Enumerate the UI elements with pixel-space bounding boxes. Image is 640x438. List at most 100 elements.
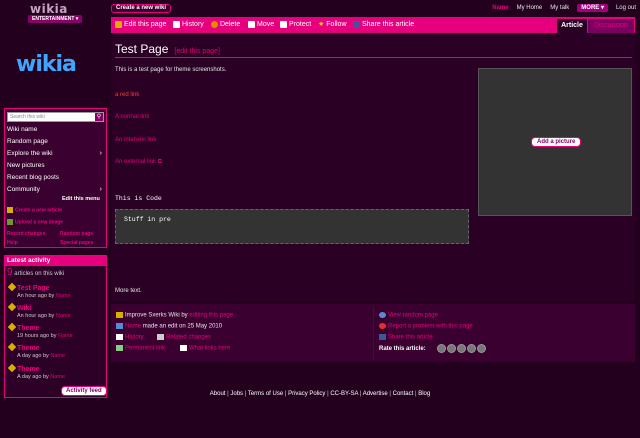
jobs-link[interactable]: Jobs (230, 391, 243, 397)
activity-user-link[interactable]: Name (50, 374, 65, 380)
blog-link[interactable]: Blog (418, 391, 430, 397)
tab-discussion[interactable]: Discussion (588, 19, 634, 33)
nav-item-random-page[interactable]: Random page (7, 136, 104, 147)
about-link[interactable]: About (210, 391, 226, 397)
link-icon (116, 345, 123, 351)
rating-star-icon[interactable] (457, 344, 466, 353)
external-link-icon: ⧉ (156, 159, 162, 165)
facebook-icon (379, 334, 386, 340)
more-dropdown[interactable]: MORE ▾ (577, 4, 608, 12)
pencil-icon (116, 312, 123, 318)
delete-icon (211, 20, 218, 28)
page-title: Test Page [edit this page] (115, 42, 220, 56)
pencil-icon (7, 302, 17, 312)
pencil-icon (7, 342, 17, 352)
history-icon (173, 20, 180, 28)
upload-image-link[interactable]: Upload a new image (7, 219, 63, 225)
what-links-here-link[interactable]: What links here (180, 345, 230, 352)
search-placeholder: Search this wiki (10, 114, 45, 120)
nav-label: Random page (7, 138, 48, 145)
external-link[interactable]: An external link ⧉ (115, 159, 162, 166)
nav-label: Wiki name (7, 126, 38, 133)
username-link[interactable]: Name (492, 5, 508, 11)
pencil-icon (115, 20, 122, 28)
activity-user-link[interactable]: Name (58, 333, 73, 339)
history-button[interactable]: History (173, 17, 204, 33)
activity-item-meta: A day ago by Name (17, 353, 66, 359)
activity-item-meta: 19 hours ago by Name (17, 333, 73, 339)
edit-menu-link[interactable]: Edit this menu (62, 196, 100, 202)
contact-link[interactable]: Contact (393, 391, 414, 397)
terms-link[interactable]: Terms of Use (248, 391, 283, 397)
intro-text: This is a test page for theme screenshot… (115, 67, 227, 73)
edit-page-button[interactable]: Edit this page (115, 17, 166, 33)
nav-item-wiki-name[interactable]: Wiki name (7, 124, 104, 135)
special-pages-link[interactable]: Special pages (60, 240, 93, 246)
activity-user-link[interactable]: Name (56, 293, 71, 299)
create-article-link[interactable]: Create a new article (7, 207, 62, 213)
related-changes-icon (157, 334, 164, 340)
privacy-link[interactable]: Privacy Policy (288, 391, 325, 397)
activity-user-link[interactable]: Name (50, 353, 65, 359)
nav-item-community[interactable]: Community › (7, 184, 104, 195)
activity-header: Latest activity (5, 256, 106, 266)
rating-star-icon[interactable] (467, 344, 476, 353)
wikia-logo-small[interactable]: wikia (30, 2, 68, 16)
create-wiki-button[interactable]: Create a new wiki (111, 4, 172, 13)
page-icon (180, 345, 187, 351)
delete-button[interactable]: Delete (211, 17, 240, 33)
nav-label: Recent blog posts (7, 174, 60, 181)
permanent-link[interactable]: Permanent link (116, 345, 165, 352)
tab-article[interactable]: Article (557, 19, 587, 33)
report-problem-link[interactable]: Report a problem with this page (379, 323, 473, 330)
activity-item-title[interactable]: Wiki (7, 302, 31, 312)
activity-item-title[interactable]: Theme (7, 363, 40, 373)
rating-stars[interactable] (437, 344, 487, 355)
red-link[interactable]: a red link (115, 92, 139, 98)
rating-star-icon[interactable] (437, 344, 446, 353)
edit-page-link[interactable]: editing this page (189, 313, 233, 319)
activity-item-title[interactable]: Theme (7, 342, 40, 352)
activity-item-title[interactable]: Theme (7, 322, 40, 332)
interwiki-link[interactable]: An interwiki link (115, 137, 156, 143)
hub-dropdown[interactable]: ENTERTAINMENT ▾ (28, 15, 83, 23)
editor-link[interactable]: Name (125, 324, 141, 330)
share-article-link[interactable]: Share this article (379, 334, 433, 341)
rating-star-icon[interactable] (477, 344, 486, 353)
my-talk-link[interactable]: My talk (550, 5, 569, 11)
advertise-link[interactable]: Advertise (363, 391, 388, 397)
normal-link[interactable]: A normal link (115, 114, 149, 120)
share-button[interactable]: Share this article (353, 17, 414, 33)
nav-item-new-pictures[interactable]: New pictures (7, 160, 104, 171)
user-icon (116, 323, 123, 329)
recent-changes-link[interactable]: Recent changes (7, 231, 45, 237)
follow-button[interactable]: ★ Follow (318, 17, 347, 33)
license-link[interactable]: CC-BY-SA (330, 391, 358, 397)
help-link[interactable]: Help (7, 240, 18, 246)
activity-item-title[interactable]: Test Page (7, 282, 50, 292)
logout-link[interactable]: Log out (616, 5, 636, 11)
facebook-icon (353, 20, 360, 28)
related-changes-link[interactable]: Related changes (157, 334, 211, 341)
pencil-icon (7, 282, 17, 292)
chevron-right-icon: › (99, 150, 102, 157)
star-icon: ★ (318, 21, 325, 28)
bottom-links: About | Jobs | Terms of Use | Privacy Po… (209, 391, 431, 397)
my-home-link[interactable]: My Home (517, 5, 543, 11)
move-button[interactable]: Move (248, 17, 274, 33)
nav-item-explore[interactable]: Explore the wiki › (7, 148, 104, 159)
protect-button[interactable]: Protect (280, 17, 311, 33)
random-page-link[interactable]: View random page (379, 312, 438, 319)
search-icon[interactable]: ⚲ (95, 113, 103, 121)
edit-page-link[interactable]: [edit this page] (174, 48, 220, 55)
random-page-link[interactable]: Random page (60, 231, 93, 237)
history-link[interactable]: History (116, 334, 144, 341)
user-links: Name My Home My talk MORE ▾ Log out (492, 4, 636, 12)
wiki-logo[interactable]: wikia (16, 52, 77, 77)
search-input[interactable]: Search this wiki ⚲ (7, 112, 104, 122)
activity-user-link[interactable]: Name (56, 313, 71, 319)
rating-star-icon[interactable] (447, 344, 456, 353)
nav-item-recent-blog[interactable]: Recent blog posts (7, 172, 104, 183)
add-picture-button[interactable]: Add a picture (531, 137, 582, 147)
nav-label: New pictures (7, 162, 45, 169)
